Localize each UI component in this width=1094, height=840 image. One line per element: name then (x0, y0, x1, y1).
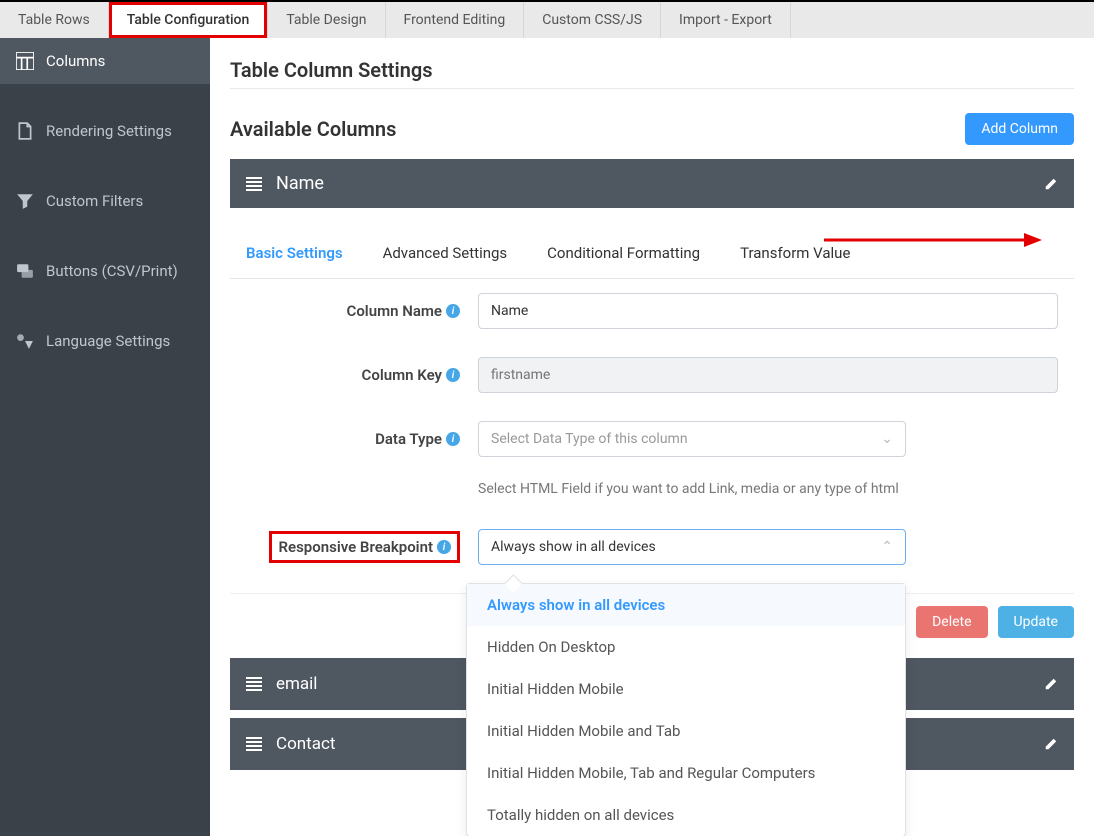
edit-icon[interactable] (1044, 677, 1058, 691)
table-icon (16, 52, 34, 70)
tab-table-rows[interactable]: Table Rows (0, 2, 109, 38)
tab-table-design[interactable]: Table Design (268, 2, 385, 38)
info-icon[interactable]: i (446, 432, 460, 446)
section-title: Available Columns (230, 117, 396, 141)
tab-frontend-editing[interactable]: Frontend Editing (386, 2, 525, 38)
sidebar-item-label: Rendering Settings (46, 122, 172, 140)
label-data-type: Data Type i (246, 430, 466, 448)
language-icon (16, 332, 34, 350)
column-header-name[interactable]: Name (230, 159, 1074, 208)
column-name-input[interactable] (478, 293, 1058, 329)
page-title: Table Column Settings (230, 58, 1074, 82)
dropdown-option[interactable]: Hidden On Desktop (467, 626, 905, 668)
sidebar-item-label: Language Settings (46, 332, 170, 350)
drag-handle-icon[interactable] (246, 677, 262, 691)
inner-tab-transform[interactable]: Transform Value (740, 244, 850, 266)
breakpoint-dropdown: Always show in all devices Hidden On Des… (466, 583, 906, 836)
sidebar-item-label: Custom Filters (46, 192, 143, 210)
tab-import-export[interactable]: Import - Export (661, 2, 791, 38)
filter-icon (16, 192, 34, 210)
dropdown-option[interactable]: Initial Hidden Mobile, Tab and Regular C… (467, 752, 905, 794)
inner-tab-conditional[interactable]: Conditional Formatting (547, 244, 700, 266)
data-type-select[interactable]: Select Data Type of this column ⌄ (478, 421, 906, 457)
label-column-name: Column Name i (246, 302, 466, 320)
label-breakpoint: Responsive Breakpoint i (246, 531, 466, 563)
main-content: Table Column Settings Available Columns … (210, 38, 1094, 836)
dropdown-option[interactable]: Initial Hidden Mobile (467, 668, 905, 710)
sidebar-item-label: Buttons (CSV/Print) (46, 262, 178, 280)
column-key-input (478, 357, 1058, 393)
inner-tabs: Basic Settings Advanced Settings Conditi… (230, 216, 1074, 279)
drag-handle-icon[interactable] (246, 737, 262, 751)
divider (230, 88, 1074, 89)
tab-table-configuration[interactable]: Table Configuration (109, 2, 269, 38)
dropdown-option[interactable]: Always show in all devices (467, 584, 905, 626)
inner-tab-basic[interactable]: Basic Settings (246, 244, 343, 266)
sidebar-item-label: Columns (46, 52, 105, 70)
column-title: Contact (276, 734, 335, 754)
breakpoint-select[interactable]: Always show in all devices ⌃ (478, 529, 906, 565)
top-tabs: Table Rows Table Configuration Table Des… (0, 0, 1094, 38)
sidebar-item-buttons[interactable]: Buttons (CSV/Print) (0, 248, 210, 294)
tab-custom-css-js[interactable]: Custom CSS/JS (524, 2, 661, 38)
dropdown-option[interactable]: Totally hidden on all devices (467, 794, 905, 836)
file-icon (16, 122, 34, 140)
info-icon[interactable]: i (446, 304, 460, 318)
delete-button[interactable]: Delete (916, 606, 987, 638)
buttons-icon (16, 262, 34, 280)
sidebar-item-language[interactable]: Language Settings (0, 318, 210, 364)
info-icon[interactable]: i (437, 540, 451, 554)
sidebar-item-rendering[interactable]: Rendering Settings (0, 108, 210, 154)
column-title: email (276, 674, 317, 694)
info-icon[interactable]: i (446, 368, 460, 382)
column-title: Name (276, 173, 324, 194)
sidebar-item-filters[interactable]: Custom Filters (0, 178, 210, 224)
label-column-key: Column Key i (246, 366, 466, 384)
dropdown-option[interactable]: Initial Hidden Mobile and Tab (467, 710, 905, 752)
sidebar: Columns Rendering Settings Custom Filter… (0, 38, 210, 836)
drag-handle-icon[interactable] (246, 177, 262, 191)
chevron-down-icon: ⌄ (881, 431, 893, 447)
chevron-up-icon: ⌃ (881, 539, 893, 555)
edit-icon[interactable] (1044, 177, 1058, 191)
edit-icon[interactable] (1044, 737, 1058, 751)
add-column-button[interactable]: Add Column (965, 113, 1074, 145)
inner-tab-advanced[interactable]: Advanced Settings (383, 244, 508, 266)
sidebar-item-columns[interactable]: Columns (0, 38, 210, 84)
update-button[interactable]: Update (998, 606, 1074, 638)
data-type-help: Select HTML Field if you want to add Lin… (478, 481, 1058, 497)
